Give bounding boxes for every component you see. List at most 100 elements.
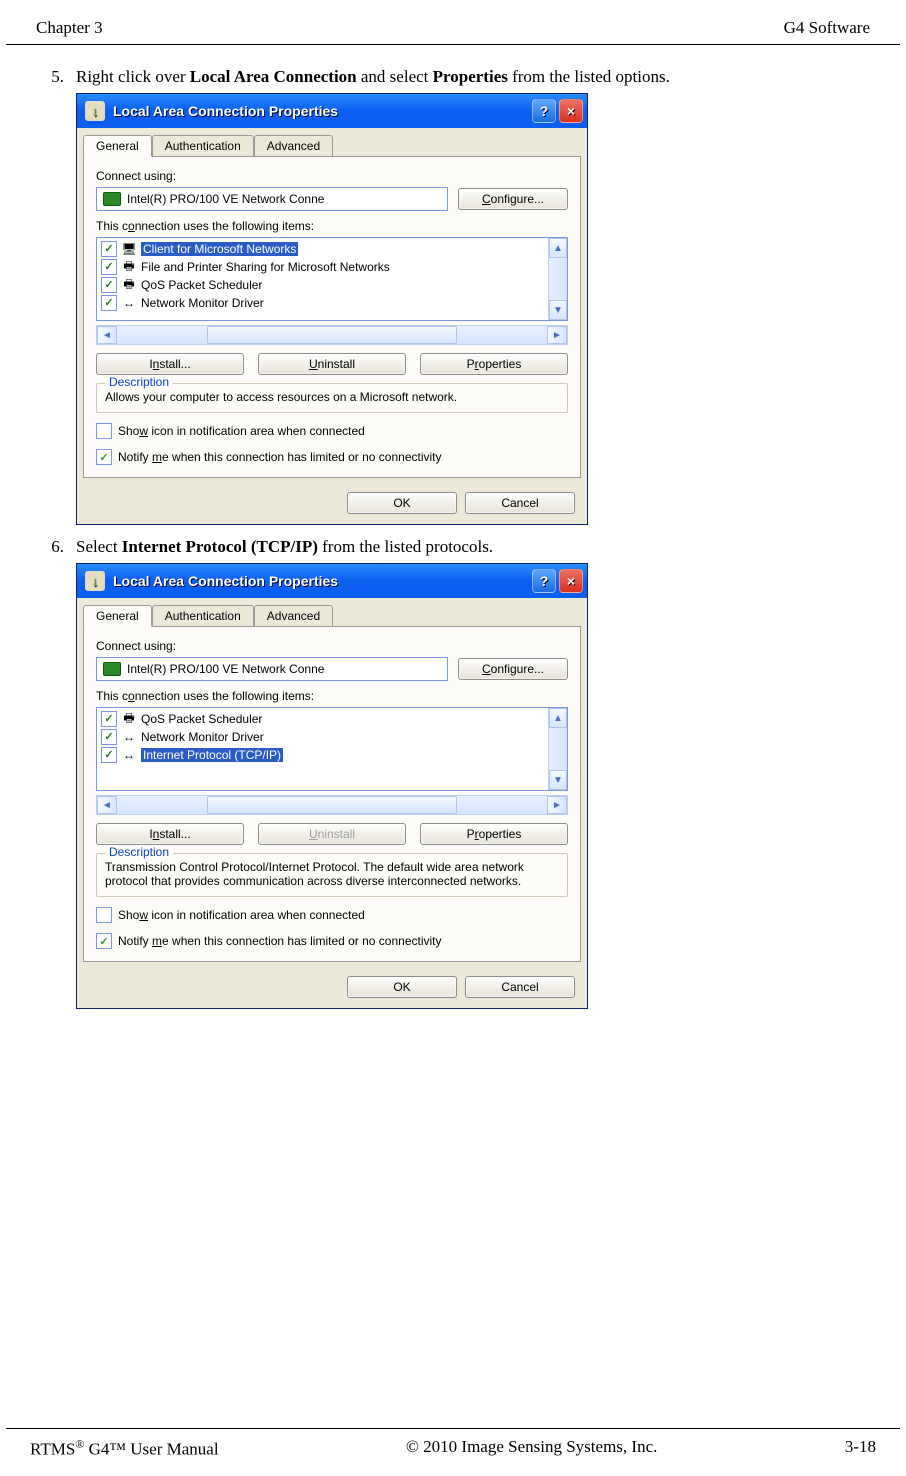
notify-checkbox[interactable]: ✓ bbox=[96, 449, 112, 465]
scroll-thumb[interactable] bbox=[207, 326, 457, 344]
list-item[interactable]: ✓🖶QoS Packet Scheduler bbox=[99, 710, 546, 728]
close-button[interactable]: × bbox=[559, 99, 583, 123]
notify-label: Notify me when this connection has limit… bbox=[118, 450, 442, 464]
tab-advanced[interactable]: Advanced bbox=[254, 605, 333, 627]
tab-advanced[interactable]: Advanced bbox=[254, 135, 333, 157]
step-6: 6. Select Internet Protocol (TCP/IP) fro… bbox=[30, 537, 876, 557]
uninstall-button[interactable]: Uninstall bbox=[258, 353, 406, 375]
scroll-left-icon[interactable]: ◄ bbox=[97, 796, 117, 814]
vertical-scrollbar[interactable]: ▲ ▼ bbox=[548, 708, 567, 790]
dialog-2-titlebar: ↓ Local Area Connection Properties ? × bbox=[77, 564, 587, 598]
items-listbox[interactable]: ✓🖶QoS Packet Scheduler ✓↔Network Monitor… bbox=[96, 707, 568, 791]
footer-mid: © 2010 Image Sensing Systems, Inc. bbox=[406, 1437, 657, 1460]
service-icon: 🖶 bbox=[121, 277, 137, 293]
checkbox-icon[interactable]: ✓ bbox=[101, 747, 117, 763]
checkbox-icon[interactable]: ✓ bbox=[101, 295, 117, 311]
horizontal-scrollbar[interactable]: ◄ ► bbox=[96, 795, 568, 815]
panel-general: Connect using: Intel(R) PRO/100 VE Netwo… bbox=[83, 626, 581, 962]
close-button[interactable]: × bbox=[559, 569, 583, 593]
tab-strip: General Authentication Advanced bbox=[83, 605, 581, 627]
content: 5. Right click over Local Area Connectio… bbox=[0, 45, 906, 1009]
description-group: Description Allows your computer to acce… bbox=[96, 383, 568, 413]
adapter-field[interactable]: Intel(R) PRO/100 VE Network Conne bbox=[96, 187, 448, 211]
cancel-button[interactable]: Cancel bbox=[465, 492, 575, 514]
show-icon-checkbox[interactable] bbox=[96, 423, 112, 439]
checkbox-icon[interactable]: ✓ bbox=[101, 241, 117, 257]
ok-button[interactable]: OK bbox=[347, 976, 457, 998]
dialog-icon: ↓ bbox=[85, 101, 105, 121]
description-text: Allows your computer to access resources… bbox=[105, 390, 457, 404]
horizontal-scrollbar[interactable]: ◄ ► bbox=[96, 325, 568, 345]
list-item[interactable]: ✓🖶File and Printer Sharing for Microsoft… bbox=[99, 258, 546, 276]
show-icon-label: Show icon in notification area when conn… bbox=[118, 908, 365, 922]
show-icon-label: Show icon in notification area when conn… bbox=[118, 424, 365, 438]
service-icon: 🖶 bbox=[121, 259, 137, 275]
list-item[interactable]: ✓↔Network Monitor Driver bbox=[99, 728, 546, 746]
connect-using-label: Connect using: bbox=[96, 169, 568, 183]
scroll-thumb[interactable] bbox=[207, 796, 457, 814]
cancel-button[interactable]: Cancel bbox=[465, 976, 575, 998]
step-5: 5. Right click over Local Area Connectio… bbox=[30, 67, 876, 87]
checkbox-icon[interactable]: ✓ bbox=[101, 729, 117, 745]
checkbox-icon[interactable]: ✓ bbox=[101, 277, 117, 293]
list-item[interactable]: ✓🖶QoS Packet Scheduler bbox=[99, 276, 546, 294]
configure-button[interactable]: Configure... bbox=[458, 188, 568, 210]
checkbox-icon[interactable]: ✓ bbox=[101, 259, 117, 275]
vertical-scrollbar[interactable]: ▲ ▼ bbox=[548, 238, 567, 320]
adapter-name: Intel(R) PRO/100 VE Network Conne bbox=[127, 192, 324, 206]
dialog-icon: ↓ bbox=[85, 571, 105, 591]
list-item[interactable]: ✓🖥Client for Microsoft Networks bbox=[99, 240, 546, 258]
items-label: This connection uses the following items… bbox=[96, 689, 568, 703]
client-icon: 🖥 bbox=[121, 241, 137, 257]
install-button[interactable]: Install... bbox=[96, 823, 244, 845]
adapter-field[interactable]: Intel(R) PRO/100 VE Network Conne bbox=[96, 657, 448, 681]
notify-checkbox[interactable]: ✓ bbox=[96, 933, 112, 949]
protocol-icon: ↔ bbox=[121, 295, 137, 311]
ok-button[interactable]: OK bbox=[347, 492, 457, 514]
description-text: Transmission Control Protocol/Internet P… bbox=[105, 860, 524, 888]
checkbox-icon[interactable]: ✓ bbox=[101, 711, 117, 727]
show-icon-checkbox[interactable] bbox=[96, 907, 112, 923]
page-header: Chapter 3 G4 Software bbox=[6, 0, 900, 45]
list-item[interactable]: ✓↔Network Monitor Driver bbox=[99, 294, 546, 312]
dialog-2-title: Local Area Connection Properties bbox=[113, 573, 529, 589]
help-button[interactable]: ? bbox=[532, 99, 556, 123]
screenshot-2-wrap: ↓ Local Area Connection Properties ? × G… bbox=[76, 563, 876, 1009]
properties-button[interactable]: Properties bbox=[420, 353, 568, 375]
footer-right: 3-18 bbox=[845, 1437, 876, 1460]
scroll-left-icon[interactable]: ◄ bbox=[97, 326, 117, 344]
install-button[interactable]: Install... bbox=[96, 353, 244, 375]
description-legend: Description bbox=[105, 845, 173, 859]
tab-authentication[interactable]: Authentication bbox=[152, 135, 254, 157]
panel-general: Connect using: Intel(R) PRO/100 VE Netwo… bbox=[83, 156, 581, 478]
properties-button[interactable]: Properties bbox=[420, 823, 568, 845]
footer-left: RTMS® G4™ User Manual bbox=[30, 1437, 219, 1460]
scroll-up-icon[interactable]: ▲ bbox=[549, 238, 567, 258]
list-item[interactable]: ✓↔Internet Protocol (TCP/IP) bbox=[99, 746, 546, 764]
protocol-icon: ↔ bbox=[121, 729, 137, 745]
dialog-2: ↓ Local Area Connection Properties ? × G… bbox=[76, 563, 588, 1009]
notify-label: Notify me when this connection has limit… bbox=[118, 934, 442, 948]
page-footer: RTMS® G4™ User Manual © 2010 Image Sensi… bbox=[6, 1428, 900, 1460]
dialog-1-title: Local Area Connection Properties bbox=[113, 103, 529, 119]
header-right: G4 Software bbox=[784, 18, 870, 38]
scroll-up-icon[interactable]: ▲ bbox=[549, 708, 567, 728]
service-icon: 🖶 bbox=[121, 711, 137, 727]
nic-icon bbox=[103, 662, 121, 676]
scroll-down-icon[interactable]: ▼ bbox=[549, 770, 567, 790]
help-button[interactable]: ? bbox=[532, 569, 556, 593]
connect-using-label: Connect using: bbox=[96, 639, 568, 653]
scroll-down-icon[interactable]: ▼ bbox=[549, 300, 567, 320]
scroll-right-icon[interactable]: ► bbox=[547, 796, 567, 814]
configure-button[interactable]: Configure... bbox=[458, 658, 568, 680]
tab-general[interactable]: General bbox=[83, 605, 152, 627]
items-listbox[interactable]: ✓🖥Client for Microsoft Networks ✓🖶File a… bbox=[96, 237, 568, 321]
scroll-right-icon[interactable]: ► bbox=[547, 326, 567, 344]
header-left: Chapter 3 bbox=[36, 18, 103, 38]
tab-authentication[interactable]: Authentication bbox=[152, 605, 254, 627]
tab-strip: General Authentication Advanced bbox=[83, 135, 581, 157]
dialog-1-titlebar: ↓ Local Area Connection Properties ? × bbox=[77, 94, 587, 128]
tab-general[interactable]: General bbox=[83, 135, 152, 157]
items-label: This connection uses the following items… bbox=[96, 219, 568, 233]
description-legend: Description bbox=[105, 375, 173, 389]
